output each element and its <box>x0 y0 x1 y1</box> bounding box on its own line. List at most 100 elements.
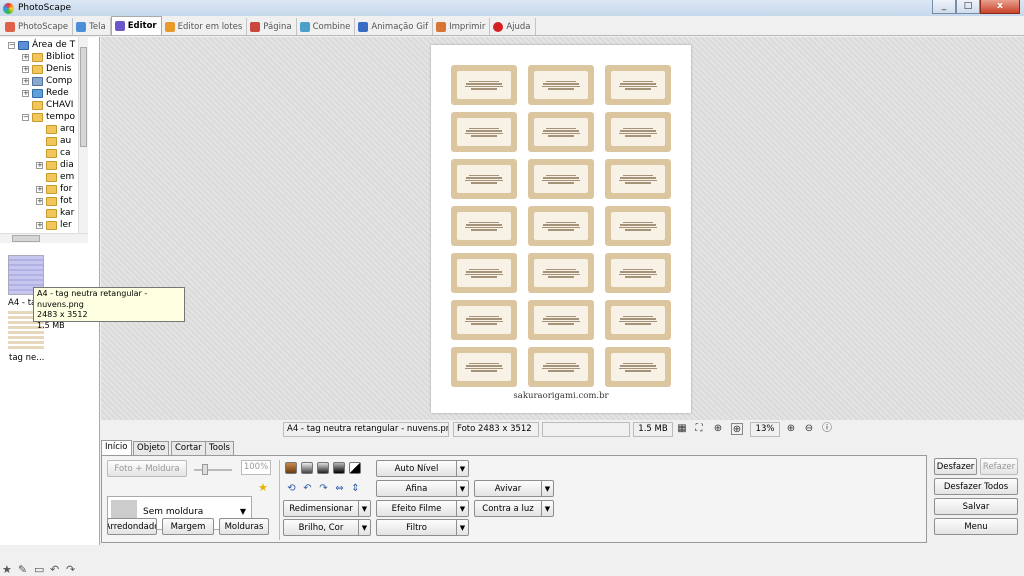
frame-slider[interactable] <box>194 463 232 476</box>
dropdown-arrow-icon[interactable]: ▼ <box>359 519 371 536</box>
minimize-button[interactable]: _ <box>932 0 956 14</box>
expand-icon[interactable]: + <box>36 197 43 205</box>
frames-button[interactable]: Molduras <box>219 518 269 535</box>
tree-horizontal-scrollbar[interactable] <box>0 233 88 243</box>
batch-editor-icon <box>164 21 175 32</box>
slider-knob[interactable] <box>202 464 208 475</box>
undo-button[interactable]: Desfazer <box>934 458 977 475</box>
margin-button[interactable]: Margem <box>162 518 214 535</box>
tab-combine[interactable]: Combine <box>297 18 356 35</box>
rounded-button[interactable]: Arredondado <box>107 518 157 535</box>
tone-gray-icon[interactable] <box>301 462 313 474</box>
maximize-button[interactable]: □ <box>956 0 980 14</box>
tree-item[interactable]: + Comp <box>22 75 72 87</box>
rotate-right-icon[interactable]: ↷ <box>317 482 330 495</box>
undo-all-button[interactable]: Desfazer Todos <box>934 478 1018 495</box>
expand-icon[interactable]: + <box>36 185 43 193</box>
tree-item[interactable]: em <box>46 171 74 183</box>
collapse-icon[interactable]: − <box>22 113 29 121</box>
tab-tela[interactable]: Tela <box>73 18 111 35</box>
dropdown-arrow-icon[interactable]: ▼ <box>542 500 554 517</box>
close-button[interactable]: x <box>980 0 1020 14</box>
tab-cortar[interactable]: Cortar <box>171 441 206 456</box>
tree-vertical-scrollbar[interactable] <box>78 37 88 233</box>
scrollbar-thumb[interactable] <box>80 47 87 147</box>
tone-brown-icon[interactable] <box>285 462 297 474</box>
rotate-icon[interactable]: ⟲ <box>285 482 298 495</box>
tab-print[interactable]: Imprimir <box>433 18 491 35</box>
collapse-icon[interactable]: − <box>8 41 15 49</box>
tree-item[interactable]: + dia <box>36 159 74 171</box>
save-button[interactable]: Salvar <box>934 498 1018 515</box>
dropdown-arrow-icon[interactable]: ▼ <box>457 480 469 497</box>
tone-black-icon[interactable] <box>333 462 345 474</box>
rotate-left-icon[interactable]: ↶ <box>301 482 314 495</box>
zoom-out-icon[interactable]: ⊖ <box>803 423 815 435</box>
menu-button[interactable]: Menu <box>934 518 1018 535</box>
tab-objeto[interactable]: Objeto <box>133 441 170 456</box>
expand-icon[interactable]: + <box>36 161 43 169</box>
scrollbar-thumb[interactable] <box>12 235 40 242</box>
folder-tree[interactable]: − Área de T + Bibliot + Denis + Comp + Rede C… <box>0 37 88 233</box>
resize-dropdown[interactable]: Redimensionar ▼ <box>283 500 371 517</box>
back-arrow-icon[interactable]: ↶ <box>50 564 62 576</box>
tree-item[interactable]: + Bibliot <box>22 51 74 63</box>
sharpen-dropdown[interactable]: Afina ▼ <box>376 480 469 497</box>
tree-item[interactable]: + for <box>36 183 72 195</box>
tab-batch-editor[interactable]: Editor em lotes <box>162 18 248 35</box>
tab-inicio[interactable]: Início <box>101 440 132 456</box>
flip-horizontal-icon[interactable]: ⇔ <box>333 482 346 495</box>
tree-item[interactable]: CHAVI <box>32 99 73 111</box>
tab-photoscape[interactable]: PhotoScape <box>2 18 74 35</box>
dropdown-arrow-icon[interactable]: ▼ <box>542 480 554 497</box>
tone-dark-icon[interactable] <box>317 462 329 474</box>
tree-item[interactable]: + Denis <box>22 63 71 75</box>
dropdown-arrow-icon[interactable]: ▼ <box>457 519 469 536</box>
tree-item[interactable]: ca <box>46 147 70 159</box>
editor-canvas[interactable]: sakuraorigami.com.br <box>101 37 1024 420</box>
negative-icon[interactable] <box>349 462 361 474</box>
favorite-star-icon[interactable]: ★ <box>2 564 14 576</box>
vivid-dropdown[interactable]: Avivar ▼ <box>474 480 554 497</box>
tree-item[interactable]: arq <box>46 123 75 135</box>
auto-level-dropdown[interactable]: Auto Nível ▼ <box>376 460 469 477</box>
dropdown-arrow-icon[interactable]: ▼ <box>457 500 469 517</box>
film-effect-dropdown[interactable]: Efeito Filme ▼ <box>376 500 469 517</box>
favorite-star-icon[interactable]: ★ <box>258 481 268 494</box>
tree-item[interactable]: au <box>46 135 71 147</box>
dropdown-arrow-icon[interactable]: ▼ <box>359 500 371 517</box>
expand-icon[interactable]: + <box>22 89 29 97</box>
redo-button[interactable]: Refazer <box>980 458 1018 475</box>
tree-item[interactable]: + fot <box>36 195 72 207</box>
zoom-fit-icon[interactable]: ⊕ <box>731 423 743 435</box>
backlight-dropdown[interactable]: Contra a luz ▼ <box>474 500 554 517</box>
open-folder-icon[interactable]: ▭ <box>34 564 46 576</box>
tree-item[interactable]: + ler <box>36 219 72 231</box>
brightness-dropdown[interactable]: Brilho, Cor ▼ <box>283 519 371 536</box>
tree-item[interactable]: + Rede <box>22 87 69 99</box>
tab-animated-gif[interactable]: Animação Gif <box>355 18 434 35</box>
expand-icon[interactable]: + <box>36 221 43 229</box>
tree-item[interactable]: − tempo <box>22 111 75 123</box>
expand-icon[interactable]: + <box>22 65 29 73</box>
photo-frame-button[interactable]: Foto + Moldura <box>107 460 187 477</box>
filter-dropdown[interactable]: Filtro ▼ <box>376 519 469 536</box>
dropdown-arrow-icon[interactable]: ▼ <box>457 460 469 477</box>
tab-page[interactable]: Página <box>247 18 297 35</box>
zoom-in-icon[interactable]: ⊕ <box>785 423 797 435</box>
tab-help[interactable]: Ajuda <box>490 18 536 35</box>
tab-tools[interactable]: Tools <box>205 441 234 456</box>
tree-item[interactable]: kar <box>46 207 74 219</box>
expand-icon[interactable]: + <box>22 53 29 61</box>
expand-icon[interactable]: + <box>22 77 29 85</box>
info-icon[interactable]: ⓘ <box>821 423 833 435</box>
tree-root[interactable]: − Área de T <box>8 39 75 51</box>
zoom-actual-icon[interactable]: ⊕ <box>712 423 724 435</box>
tab-editor[interactable]: Editor <box>110 16 162 35</box>
viewer-icon <box>76 21 87 32</box>
checker-icon[interactable]: ▦ <box>676 423 688 435</box>
flip-vertical-icon[interactable]: ⇕ <box>349 482 362 495</box>
forward-arrow-icon[interactable]: ↷ <box>66 564 78 576</box>
add-favorite-icon[interactable]: ✎ <box>18 564 30 576</box>
fit-window-icon[interactable]: ⛶ <box>693 423 705 435</box>
